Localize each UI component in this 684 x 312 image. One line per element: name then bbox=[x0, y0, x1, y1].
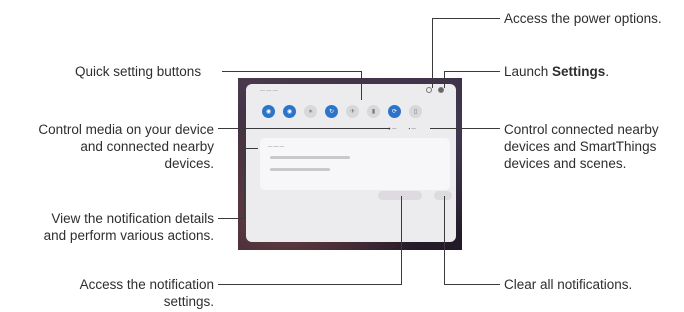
leader-line bbox=[430, 128, 500, 129]
notification-line[interactable] bbox=[270, 156, 350, 159]
callout-power: Access the power options. bbox=[504, 11, 662, 26]
leader-line bbox=[432, 18, 500, 19]
callout-settings: Launch Settings. bbox=[504, 64, 610, 79]
callout-media: Control media on your device and connect… bbox=[38, 122, 214, 171]
leader-line bbox=[244, 148, 245, 219]
leader-line bbox=[218, 284, 402, 285]
leader-line bbox=[444, 284, 500, 285]
notification-card[interactable]: — — — bbox=[260, 138, 450, 190]
sync-icon[interactable]: ⟳ bbox=[388, 104, 401, 118]
callout-notification-settings: Access the notification settings. bbox=[79, 277, 214, 309]
bluetooth-icon[interactable]: ∗ bbox=[304, 104, 317, 118]
callout-devices: Control connected nearby devices and Sma… bbox=[504, 122, 659, 171]
status-bar-text: — — — bbox=[260, 88, 278, 94]
callout-quick-settings: Quick setting buttons bbox=[75, 64, 202, 79]
leader-line bbox=[218, 218, 244, 219]
clear-all-button[interactable] bbox=[434, 191, 452, 200]
wifi-icon[interactable]: ◉ bbox=[262, 104, 275, 118]
airplane-icon[interactable]: ✈ bbox=[346, 104, 359, 118]
media-device-row: ● — ▪ — bbox=[388, 126, 416, 131]
leader-line bbox=[218, 128, 390, 129]
flashlight-icon[interactable]: ▮ bbox=[367, 104, 380, 118]
battery-icon[interactable]: ▯ bbox=[409, 104, 422, 118]
devices-button[interactable]: ▪ — bbox=[408, 126, 415, 131]
leader-line bbox=[361, 71, 362, 100]
leader-line bbox=[244, 148, 258, 149]
leader-line bbox=[444, 71, 445, 88]
rotate-icon[interactable]: ↻ bbox=[325, 104, 338, 118]
card-title: — — — bbox=[268, 144, 285, 149]
leader-line bbox=[401, 196, 402, 285]
leader-line bbox=[444, 71, 500, 72]
leader-line bbox=[444, 196, 445, 285]
notification-settings-button[interactable] bbox=[378, 191, 422, 200]
callout-clear: Clear all notifications. bbox=[504, 277, 633, 292]
leader-line bbox=[432, 18, 433, 88]
notification-line[interactable] bbox=[270, 168, 330, 171]
sound-icon[interactable]: ◉ bbox=[283, 104, 296, 118]
quick-setting-buttons: ◉ ◉ ∗ ↻ ✈ ▮ ⟳ ▯ bbox=[260, 100, 452, 122]
leader-line bbox=[222, 71, 362, 72]
notification-panel-screenshot: — — — ◉ ◉ ∗ ↻ ✈ ▮ ⟳ ▯ ● — ▪ — — — — bbox=[238, 78, 462, 250]
callout-details: View the notification details and perfor… bbox=[43, 211, 214, 243]
